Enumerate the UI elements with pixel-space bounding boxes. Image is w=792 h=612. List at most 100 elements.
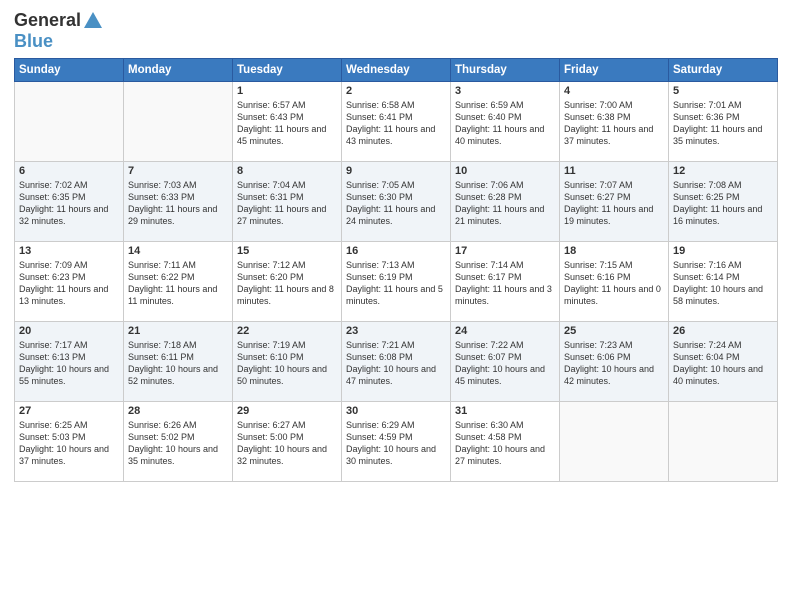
calendar-cell: 10 Sunrise: 7:06 AM Sunset: 6:28 PM Dayli… [451,161,560,241]
day-number: 14 [128,245,228,257]
calendar-cell: 27 Sunrise: 6:25 AM Sunset: 5:03 PM Dayli… [15,401,124,481]
day-number: 26 [673,325,773,337]
col-header-sunday: Sunday [15,58,124,81]
calendar-cell: 14 Sunrise: 7:11 AM Sunset: 6:22 PM Dayli… [124,241,233,321]
cell-content: Sunrise: 7:12 AM Sunset: 6:20 PM Dayligh… [237,259,337,308]
calendar-cell: 9 Sunrise: 7:05 AM Sunset: 6:30 PM Daylig… [342,161,451,241]
col-header-monday: Monday [124,58,233,81]
cell-content: Sunrise: 7:05 AM Sunset: 6:30 PM Dayligh… [346,179,446,228]
day-number: 20 [19,325,119,337]
cell-content: Sunrise: 7:24 AM Sunset: 6:04 PM Dayligh… [673,339,773,388]
calendar-cell [124,81,233,161]
header: General Blue [14,10,778,52]
header-row: SundayMondayTuesdayWednesdayThursdayFrid… [15,58,778,81]
calendar-cell: 22 Sunrise: 7:19 AM Sunset: 6:10 PM Dayli… [233,321,342,401]
logo-text: General [14,10,104,32]
day-number: 17 [455,245,555,257]
cell-content: Sunrise: 7:16 AM Sunset: 6:14 PM Dayligh… [673,259,773,308]
cell-content: Sunrise: 6:25 AM Sunset: 5:03 PM Dayligh… [19,419,119,468]
cell-content: Sunrise: 6:30 AM Sunset: 4:58 PM Dayligh… [455,419,555,468]
day-number: 30 [346,405,446,417]
calendar-cell: 17Sunrise: 7:14 AM Sunset: 6:17 PM Dayli… [451,241,560,321]
day-number: 31 [455,405,555,417]
col-header-tuesday: Tuesday [233,58,342,81]
col-header-wednesday: Wednesday [342,58,451,81]
day-number: 27 [19,405,119,417]
day-number: 21 [128,325,228,337]
cell-content: Sunrise: 6:27 AM Sunset: 5:00 PM Dayligh… [237,419,337,468]
day-number: 22 [237,325,337,337]
calendar-cell: 13 Sunrise: 7:09 AM Sunset: 6:23 PM Dayli… [15,241,124,321]
day-number: 6 [19,165,119,177]
week-row-5: 27 Sunrise: 6:25 AM Sunset: 5:03 PM Dayli… [15,401,778,481]
calendar-table: SundayMondayTuesdayWednesdayThursdayFrid… [14,58,778,482]
cell-content: Sunrise: 7:17 AM Sunset: 6:13 PM Dayligh… [19,339,119,388]
cell-content: Sunrise: 6:57 AM Sunset: 6:43 PM Dayligh… [237,99,337,148]
day-number: 19 [673,245,773,257]
day-number: 16 [346,245,446,257]
col-header-friday: Friday [560,58,669,81]
calendar-cell: 20 Sunrise: 7:17 AM Sunset: 6:13 PM Dayli… [15,321,124,401]
day-number: 29 [237,405,337,417]
cell-content: Sunrise: 7:22 AM Sunset: 6:07 PM Dayligh… [455,339,555,388]
cell-content: Sunrise: 7:02 AM Sunset: 6:35 PM Dayligh… [19,179,119,228]
week-row-2: 6 Sunrise: 7:02 AM Sunset: 6:35 PM Daylig… [15,161,778,241]
cell-content: Sunrise: 6:26 AM Sunset: 5:02 PM Dayligh… [128,419,228,468]
week-row-4: 20 Sunrise: 7:17 AM Sunset: 6:13 PM Dayli… [15,321,778,401]
logo-blue: Blue [14,32,104,52]
calendar-cell: 11 Sunrise: 7:07 AM Sunset: 6:27 PM Dayli… [560,161,669,241]
cell-content: Sunrise: 7:00 AM Sunset: 6:38 PM Dayligh… [564,99,664,148]
calendar-cell: 25 Sunrise: 7:23 AM Sunset: 6:06 PM Dayli… [560,321,669,401]
cell-content: Sunrise: 7:11 AM Sunset: 6:22 PM Dayligh… [128,259,228,308]
cell-content: Sunrise: 7:19 AM Sunset: 6:10 PM Dayligh… [237,339,337,388]
calendar-cell: 31 Sunrise: 6:30 AM Sunset: 4:58 PM Dayli… [451,401,560,481]
cell-content: Sunrise: 6:58 AM Sunset: 6:41 PM Dayligh… [346,99,446,148]
cell-content: Sunrise: 7:23 AM Sunset: 6:06 PM Dayligh… [564,339,664,388]
day-number: 18 [564,245,664,257]
cell-content: Sunrise: 7:03 AM Sunset: 6:33 PM Dayligh… [128,179,228,228]
day-number: 8 [237,165,337,177]
day-number: 25 [564,325,664,337]
cell-content: Sunrise: 7:15 AM Sunset: 6:16 PM Dayligh… [564,259,664,308]
cell-content: Sunrise: 7:07 AM Sunset: 6:27 PM Dayligh… [564,179,664,228]
cell-content: Sunrise: 7:09 AM Sunset: 6:23 PM Dayligh… [19,259,119,308]
cell-content: Sunrise: 6:59 AM Sunset: 6:40 PM Dayligh… [455,99,555,148]
cell-content: Sunrise: 7:18 AM Sunset: 6:11 PM Dayligh… [128,339,228,388]
day-number: 15 [237,245,337,257]
calendar-cell: 7 Sunrise: 7:03 AM Sunset: 6:33 PM Daylig… [124,161,233,241]
logo-icon [82,10,104,32]
day-number: 28 [128,405,228,417]
calendar-cell: 28 Sunrise: 6:26 AM Sunset: 5:02 PM Dayli… [124,401,233,481]
cell-content: Sunrise: 7:21 AM Sunset: 6:08 PM Dayligh… [346,339,446,388]
cell-content: Sunrise: 7:13 AM Sunset: 6:19 PM Dayligh… [346,259,446,308]
calendar-cell: 23 Sunrise: 7:21 AM Sunset: 6:08 PM Dayli… [342,321,451,401]
day-number: 11 [564,165,664,177]
week-row-3: 13 Sunrise: 7:09 AM Sunset: 6:23 PM Dayli… [15,241,778,321]
calendar-cell [15,81,124,161]
calendar-cell: 29 Sunrise: 6:27 AM Sunset: 5:00 PM Dayli… [233,401,342,481]
day-number: 23 [346,325,446,337]
col-header-thursday: Thursday [451,58,560,81]
day-number: 1 [237,85,337,97]
day-number: 10 [455,165,555,177]
day-number: 9 [346,165,446,177]
col-header-saturday: Saturday [669,58,778,81]
calendar-cell: 21 Sunrise: 7:18 AM Sunset: 6:11 PM Dayli… [124,321,233,401]
day-number: 3 [455,85,555,97]
day-number: 24 [455,325,555,337]
day-number: 7 [128,165,228,177]
calendar-cell: 15 Sunrise: 7:12 AM Sunset: 6:20 PM Dayli… [233,241,342,321]
day-number: 13 [19,245,119,257]
calendar-cell [669,401,778,481]
cell-content: Sunrise: 7:06 AM Sunset: 6:28 PM Dayligh… [455,179,555,228]
calendar-cell: 18 Sunrise: 7:15 AM Sunset: 6:16 PM Dayli… [560,241,669,321]
calendar-cell: 24 Sunrise: 7:22 AM Sunset: 6:07 PM Dayli… [451,321,560,401]
calendar-cell: 1 Sunrise: 6:57 AM Sunset: 6:43 PM Daylig… [233,81,342,161]
calendar-cell [560,401,669,481]
calendar-cell: 5Sunrise: 7:01 AM Sunset: 6:36 PM Daylig… [669,81,778,161]
calendar-cell: 6 Sunrise: 7:02 AM Sunset: 6:35 PM Daylig… [15,161,124,241]
calendar-cell: 8Sunrise: 7:04 AM Sunset: 6:31 PM Daylig… [233,161,342,241]
logo: General Blue [14,10,104,52]
calendar-cell: 26 Sunrise: 7:24 AM Sunset: 6:04 PM Dayli… [669,321,778,401]
calendar-cell: 3 Sunrise: 6:59 AM Sunset: 6:40 PM Daylig… [451,81,560,161]
